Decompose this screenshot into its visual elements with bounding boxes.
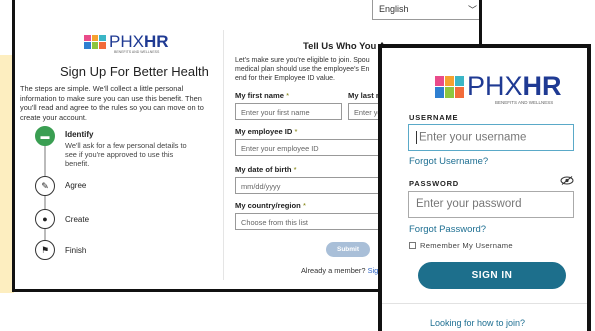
how-to-join-link[interactable]: Looking for how to join? <box>430 318 525 328</box>
logo-tagline: BENEFITS AND WELLNESS <box>495 100 554 105</box>
form-intro: Let's make sure you're eligible to join.… <box>235 57 370 82</box>
signup-intro: The steps are simple. We'll collect a li… <box>20 84 204 122</box>
country-label: My country/region * <box>235 201 306 210</box>
dob-input[interactable]: mm/dd/yyyy <box>235 177 388 194</box>
login-divider <box>382 303 587 304</box>
logo-blocks-icon <box>84 34 106 49</box>
logo-blocks-icon <box>435 75 464 98</box>
employee-id-label: My employee ID * <box>235 127 298 136</box>
remember-checkbox[interactable] <box>409 242 416 249</box>
step-agree-label: Agree <box>65 181 87 190</box>
forgot-password-link[interactable]: Forgot Password? <box>409 224 486 235</box>
step-identify-description: We'll ask for a few personal details to … <box>65 141 187 168</box>
language-select[interactable]: English ﹀ <box>372 0 479 20</box>
already-member-text: Already a member? Sig <box>301 266 379 275</box>
language-select-value: English <box>379 4 409 14</box>
sign-in-button[interactable]: SIGN IN <box>418 262 566 289</box>
column-divider <box>223 30 224 280</box>
signup-title: Sign Up For Better Health <box>60 64 209 79</box>
step-identify-label: Identify <box>65 130 94 139</box>
user-icon: ● <box>35 209 55 229</box>
first-name-input[interactable]: Enter your first name <box>235 103 342 120</box>
forgot-username-link[interactable]: Forgot Username? <box>409 156 488 167</box>
dob-label: My date of birth * <box>235 165 297 174</box>
first-name-label: My first name * <box>235 91 290 100</box>
chevron-down-icon: ﹀ <box>467 5 477 15</box>
step-connector <box>44 146 46 176</box>
country-select[interactable]: Choose from this list <box>235 213 388 230</box>
password-input[interactable]: Enter your password <box>408 191 574 218</box>
username-label: USERNAME <box>409 113 459 122</box>
logo-wordmark: PHXHR <box>467 71 562 101</box>
form-title: Tell Us Who You A <box>303 41 386 52</box>
login-window: PHXHR BENEFITS AND WELLNESS USERNAME Ent… <box>378 44 591 331</box>
flag-icon: ⚑ <box>35 240 55 260</box>
id-card-icon: ▬ <box>35 126 55 146</box>
sign-in-link[interactable]: Sig <box>368 266 379 275</box>
screenshot-root: English ﹀ PHXHR BENEFITS AND WELLNESS Si… <box>0 0 595 331</box>
logo-wordmark: PHXHR <box>109 32 169 51</box>
phxhr-logo-small: PHXHR BENEFITS AND WELLNESS <box>84 32 169 54</box>
step-finish-label: Finish <box>65 246 87 255</box>
text-caret <box>416 131 417 144</box>
remember-label: Remember My Username <box>420 241 513 250</box>
eye-slash-icon[interactable] <box>560 176 574 185</box>
step-create-label: Create <box>65 215 90 224</box>
remember-username[interactable]: Remember My Username <box>409 241 513 250</box>
logo-tagline: BENEFITS AND WELLNESS <box>114 50 160 54</box>
submit-button[interactable]: Submit <box>326 242 370 257</box>
pen-icon: ✎ <box>35 176 55 196</box>
employee-id-input[interactable]: Enter your employee ID <box>235 139 388 156</box>
password-label: PASSWORD <box>409 179 460 188</box>
phxhr-logo: PHXHR BENEFITS AND WELLNESS <box>435 71 562 105</box>
username-input[interactable]: Enter your username <box>408 124 574 151</box>
